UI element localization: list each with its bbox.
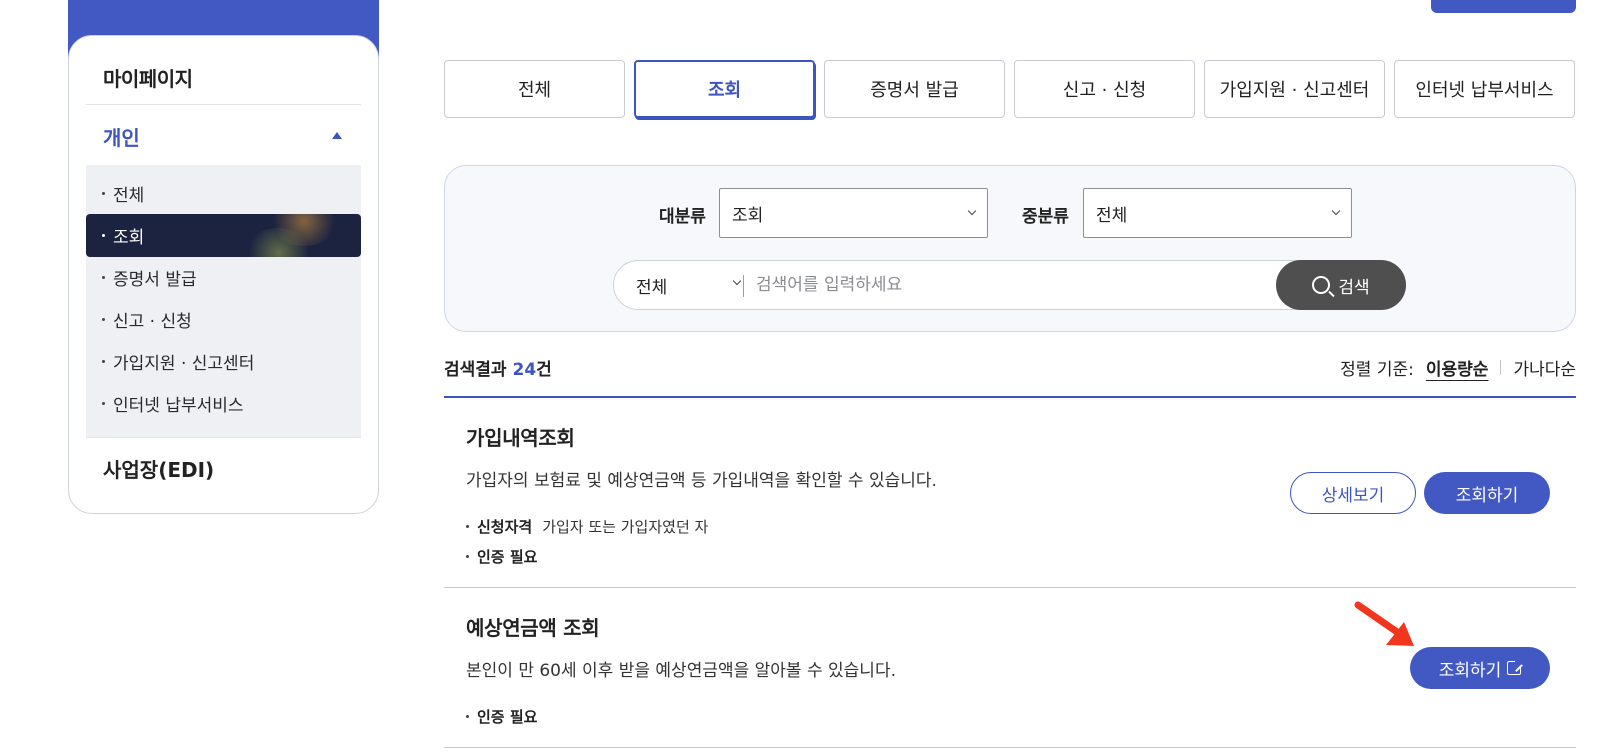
tab-all[interactable]: 전체 [444,60,625,118]
search-divider [743,275,744,297]
result-count-number: 24 [512,360,537,380]
search-bar: 전체 검색 [613,260,1406,310]
search-button-label: 검색 [1338,277,1370,298]
sidebar-item-label: 가입지원 · 신고센터 [113,354,255,374]
bullet-icon [102,192,105,195]
sidebar-item-all[interactable]: 전체 [86,172,361,215]
result-divider [444,587,1576,588]
sidebar-item-certificate[interactable]: 증명서 발급 [86,256,361,299]
search-scope-select[interactable]: 전체 [636,261,746,309]
sort-label: 정렬 기준: [1340,360,1414,380]
sidebar-item-inquiry[interactable]: 조회 [86,214,361,257]
inquiry-button-label: 조회하기 [1438,660,1502,681]
tab-inquiry[interactable]: 조회 [634,60,815,118]
tab-payment[interactable]: 인터넷 납부서비스 [1394,60,1575,118]
sidebar-group-personal[interactable]: 개인 [103,122,140,151]
major-category-select[interactable]: 조회 [719,188,988,238]
major-category-label: 대분류 [659,207,706,227]
search-icon [1312,276,1331,294]
top-action-button[interactable] [1431,0,1576,13]
search-input[interactable] [756,262,1256,308]
bullet-icon [466,715,469,718]
result-count: 검색결과 24건 [444,355,552,380]
eligibility-label: 신청자격 [477,518,533,536]
sidebar-item-report[interactable]: 신고 · 신청 [86,298,361,341]
chevron-down-icon [1331,206,1341,216]
chevron-down-icon [732,276,742,286]
external-link-icon [1507,659,1524,675]
chevron-down-icon [967,206,977,216]
tab-report[interactable]: 신고 · 신청 [1014,60,1195,118]
page-title-fragment [444,0,514,4]
sidebar-item-support[interactable]: 가입지원 · 신고센터 [86,340,361,383]
result-auth: 인증 필요 [466,706,547,727]
tab-support[interactable]: 가입지원 · 신고센터 [1204,60,1385,118]
search-button[interactable]: 검색 [1276,260,1406,310]
result-count-suffix: 건 [536,360,552,380]
bullet-icon [102,402,105,405]
sidebar-divider [86,437,361,438]
result-title[interactable]: 가입내역조회 [466,422,575,451]
inquiry-button-label: 조회하기 [1455,485,1519,506]
bullet-icon [102,234,105,237]
search-panel: 대분류 조회 중분류 전체 전체 검색 [444,165,1576,332]
caret-up-icon[interactable] [332,132,342,139]
bullet-icon [102,276,105,279]
eligibility-value: 가입자 또는 가입자였던 자 [542,518,709,536]
minor-category-value: 전체 [1096,205,1128,226]
sidebar-item-label: 조회 [113,228,145,248]
detail-button[interactable]: 상세보기 [1290,472,1416,514]
minor-category-label: 중분류 [1022,207,1069,227]
sidebar-item-business[interactable]: 사업장(EDI) [103,454,214,483]
bullet-icon [466,555,469,558]
auth-required-label: 인증 필요 [477,548,538,566]
result-description: 본인이 만 60세 이후 받을 예상연금액을 알아볼 수 있습니다. [466,661,896,681]
sidebar-submenu: 전체 조회 증명서 발급 신고 · 신청 가입지원 · 신고센터 인터넷 납부서… [86,165,361,437]
result-title[interactable]: 예상연금액 조회 [466,612,600,641]
sidebar-item-label: 증명서 발급 [113,270,197,290]
minor-category-select[interactable]: 전체 [1083,188,1352,238]
sort-options: 정렬 기준: 이용량순 가나다순 [1340,355,1576,380]
tab-certificate[interactable]: 증명서 발급 [824,60,1005,118]
inquiry-button[interactable]: 조회하기 [1424,472,1550,514]
sidebar-item-label: 인터넷 납부서비스 [113,396,244,416]
major-category-value: 조회 [732,205,764,226]
bullet-icon [102,318,105,321]
bullet-icon [102,360,105,363]
auth-required-label: 인증 필요 [477,708,538,726]
results-top-rule [444,396,1576,398]
sidebar-item-payment[interactable]: 인터넷 납부서비스 [86,382,361,425]
sort-option-alphabetical[interactable]: 가나다순 [1513,355,1576,380]
sidebar: 마이페이지 개인 전체 조회 증명서 발급 신고 · 신청 가입지원 · 신고센… [68,35,379,514]
result-count-prefix: 검색결과 [444,360,513,380]
sidebar-divider [86,104,361,105]
pension-inquiry-button[interactable]: 조회하기 [1410,647,1550,689]
result-description: 가입자의 보험료 및 예상연금액 등 가입내역을 확인할 수 있습니다. [466,471,937,491]
sidebar-item-label: 전체 [113,186,145,206]
result-divider [444,747,1576,748]
result-eligibility: 신청자격 가입자 또는 가입자였던 자 [466,516,708,537]
search-scope-value: 전체 [636,277,668,298]
sort-divider [1500,360,1502,375]
result-auth: 인증 필요 [466,546,547,567]
sort-option-usage[interactable]: 이용량순 [1426,355,1489,380]
sidebar-title[interactable]: 마이페이지 [103,63,193,92]
sidebar-item-label: 신고 · 신청 [113,312,192,332]
bullet-icon [466,525,469,528]
annotation-arrow-icon [1354,601,1414,646]
